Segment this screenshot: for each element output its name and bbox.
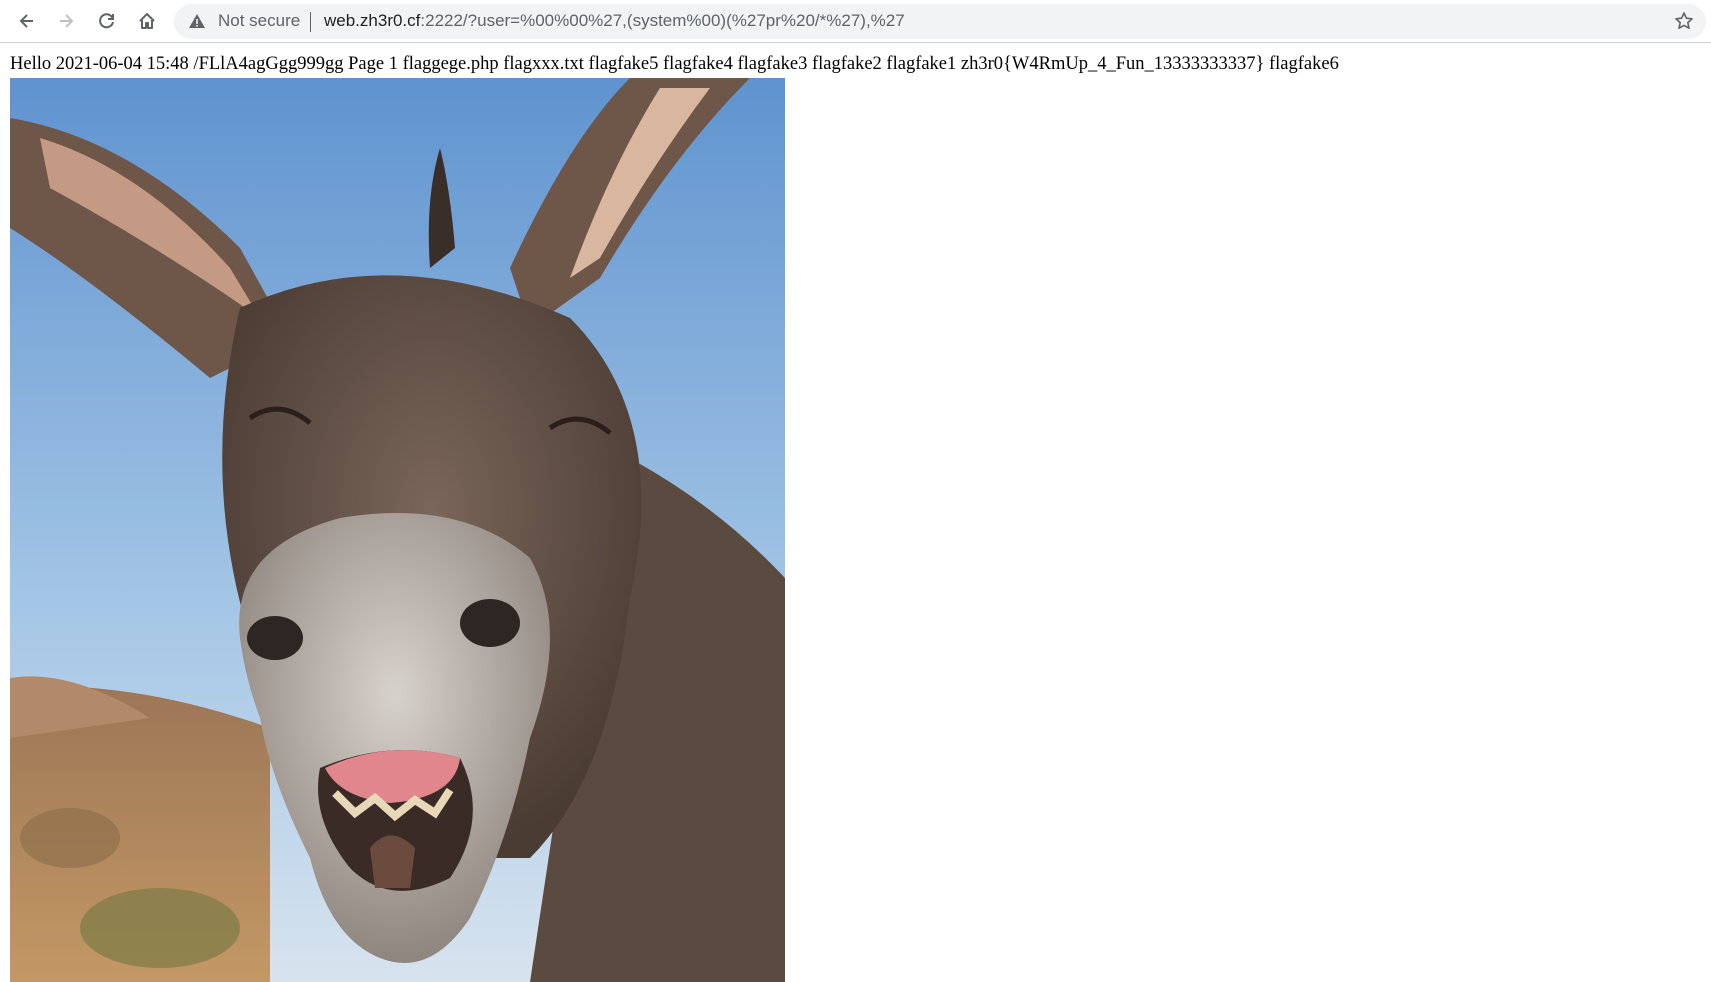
url-text[interactable]: web.zh3r0.cf:2222/?user=%00%00%27,(syste… <box>324 11 905 31</box>
url-path: :2222/?user=%00%00%27,(system%00)(%27pr%… <box>420 11 905 30</box>
command-output: Hello 2021-06-04 15:48 /FLlA4agGgg999gg … <box>10 54 1339 74</box>
forward-button[interactable] <box>52 7 80 35</box>
address-bar[interactable]: Not secure web.zh3r0.cf:2222/?user=%00%0… <box>174 4 1706 39</box>
reload-button[interactable] <box>93 7 121 35</box>
home-icon <box>139 13 155 29</box>
omnibox-divider <box>310 12 311 32</box>
warning-icon[interactable] <box>188 12 206 30</box>
laughing-donkey-image <box>10 78 785 982</box>
url-host: web.zh3r0.cf <box>324 11 421 30</box>
bookmark-star-icon[interactable] <box>1674 11 1694 31</box>
back-button[interactable] <box>13 7 41 35</box>
donkey-photo-illustration <box>10 78 785 982</box>
arrow-right-icon <box>60 14 74 28</box>
browser-toolbar: Not secure web.zh3r0.cf:2222/?user=%00%0… <box>0 0 1711 43</box>
security-label[interactable]: Not secure <box>218 11 300 31</box>
home-button[interactable] <box>133 7 161 35</box>
reload-icon <box>99 13 114 29</box>
arrow-left-icon <box>19 14 33 28</box>
